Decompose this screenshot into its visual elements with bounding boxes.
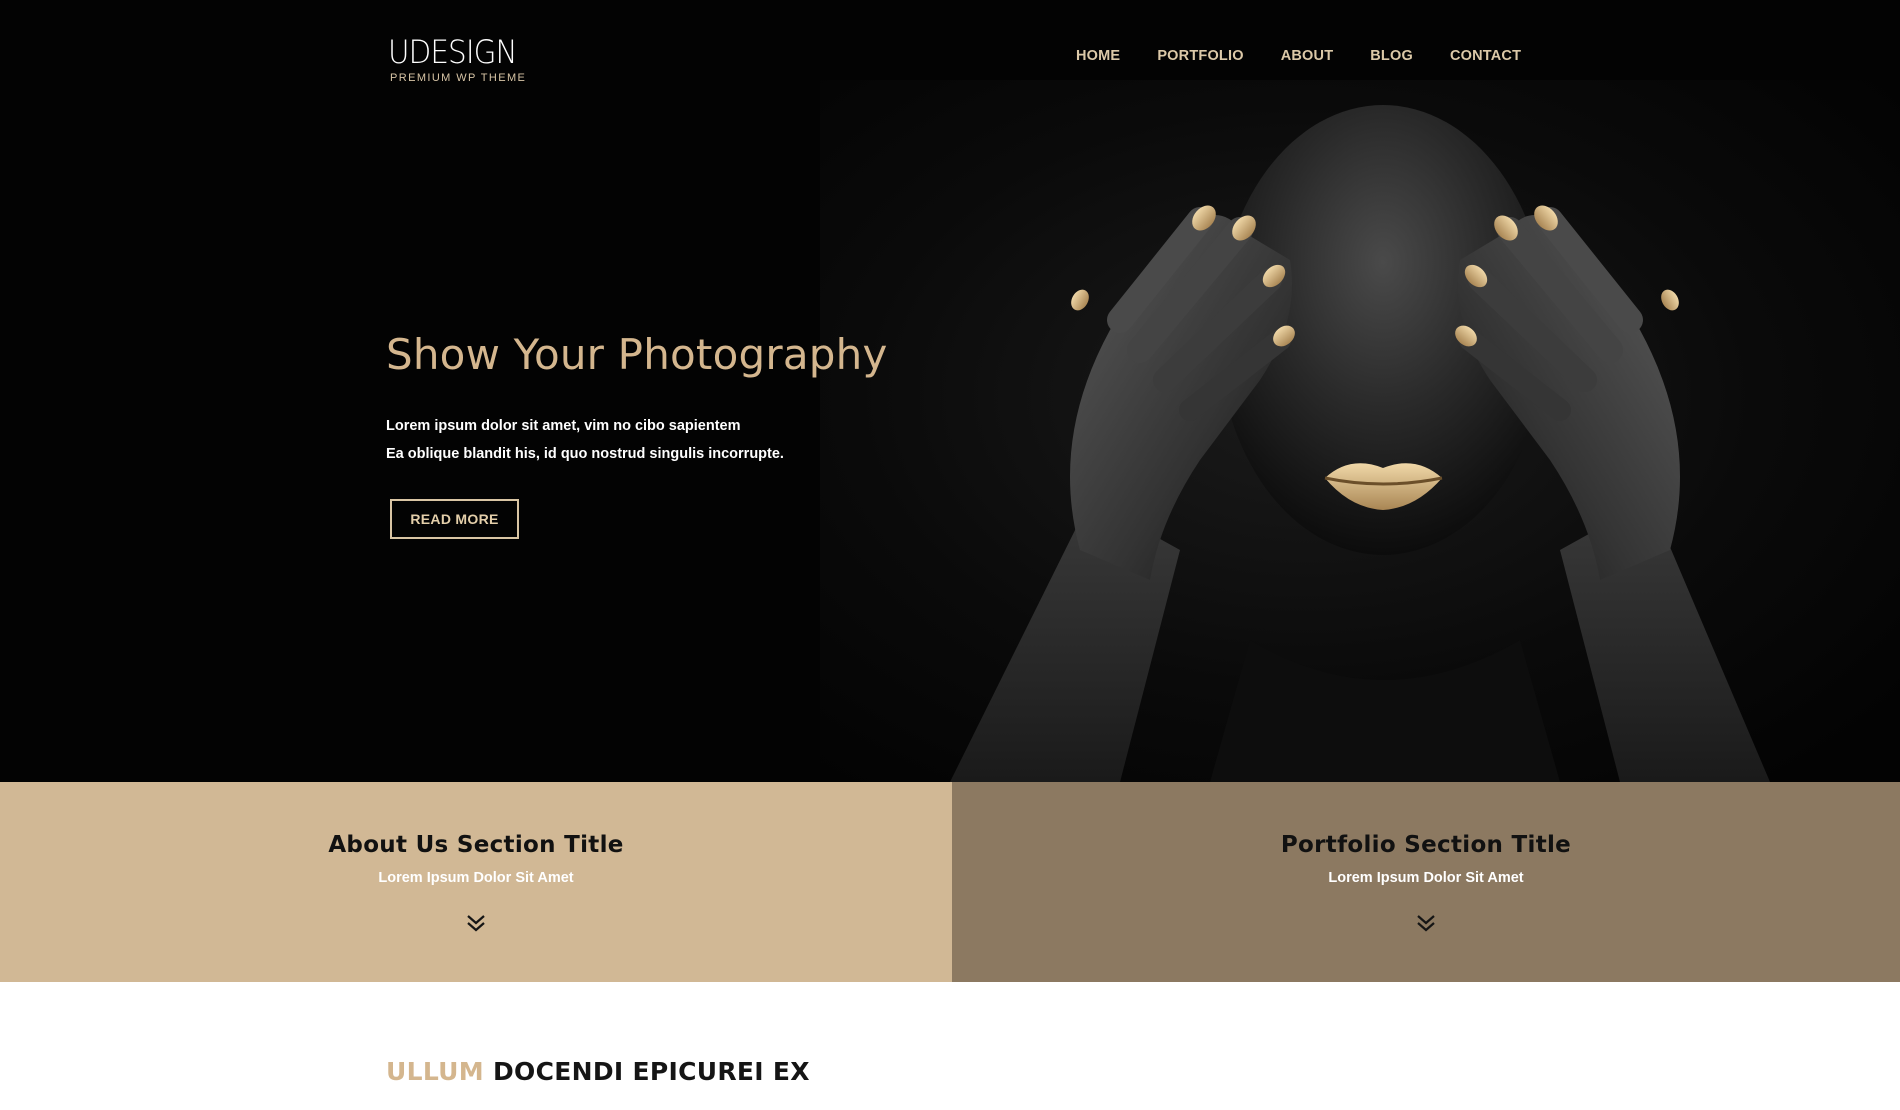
about-section-title: About Us Section Title	[328, 832, 624, 858]
read-more-button[interactable]: READ MORE	[390, 499, 519, 539]
double-chevron-down-icon[interactable]	[1415, 912, 1437, 934]
main-nav: HOME PORTFOLIO ABOUT BLOG CONTACT	[1076, 47, 1558, 65]
hero-photo	[820, 80, 1900, 782]
logo-tagline: PREMIUM WP THEME	[390, 72, 527, 84]
content-heading-rest: DOCENDI EPICUREI EX	[492, 1057, 810, 1086]
about-section[interactable]: About Us Section Title Lorem Ipsum Dolor…	[0, 782, 952, 982]
hero-section: UDESIGN PREMIUM WP THEME HOME PORTFOLIO …	[0, 0, 1900, 782]
logo-wordmark: UDESIGN	[388, 33, 518, 71]
portfolio-section-subtitle: Lorem Ipsum Dolor Sit Amet	[1328, 870, 1524, 886]
portfolio-section-title: Portfolio Section Title	[1280, 832, 1572, 858]
nav-blog[interactable]: BLOG	[1370, 47, 1413, 65]
hero-text-line-2: Ea oblique blandit his, id quo nostrud s…	[386, 446, 784, 462]
content-heading: ULLUM DOCENDI EPICUREI EX	[386, 1055, 810, 1089]
nav-about[interactable]: ABOUT	[1281, 47, 1334, 65]
about-section-subtitle: Lorem Ipsum Dolor Sit Amet	[378, 870, 574, 886]
double-chevron-down-icon[interactable]	[465, 912, 487, 934]
content-heading-accent: ULLUM	[386, 1057, 484, 1086]
nav-contact[interactable]: CONTACT	[1450, 47, 1521, 65]
portfolio-section[interactable]: Portfolio Section Title Lorem Ipsum Dolo…	[952, 782, 1900, 982]
nav-portfolio[interactable]: PORTFOLIO	[1157, 47, 1243, 65]
hero-text-line-1: Lorem ipsum dolor sit amet, vim no cibo …	[386, 418, 741, 434]
site-logo[interactable]: UDESIGN PREMIUM WP THEME	[388, 34, 528, 85]
nav-home[interactable]: HOME	[1076, 47, 1120, 65]
hero-title: Show Your Photography	[386, 330, 888, 379]
